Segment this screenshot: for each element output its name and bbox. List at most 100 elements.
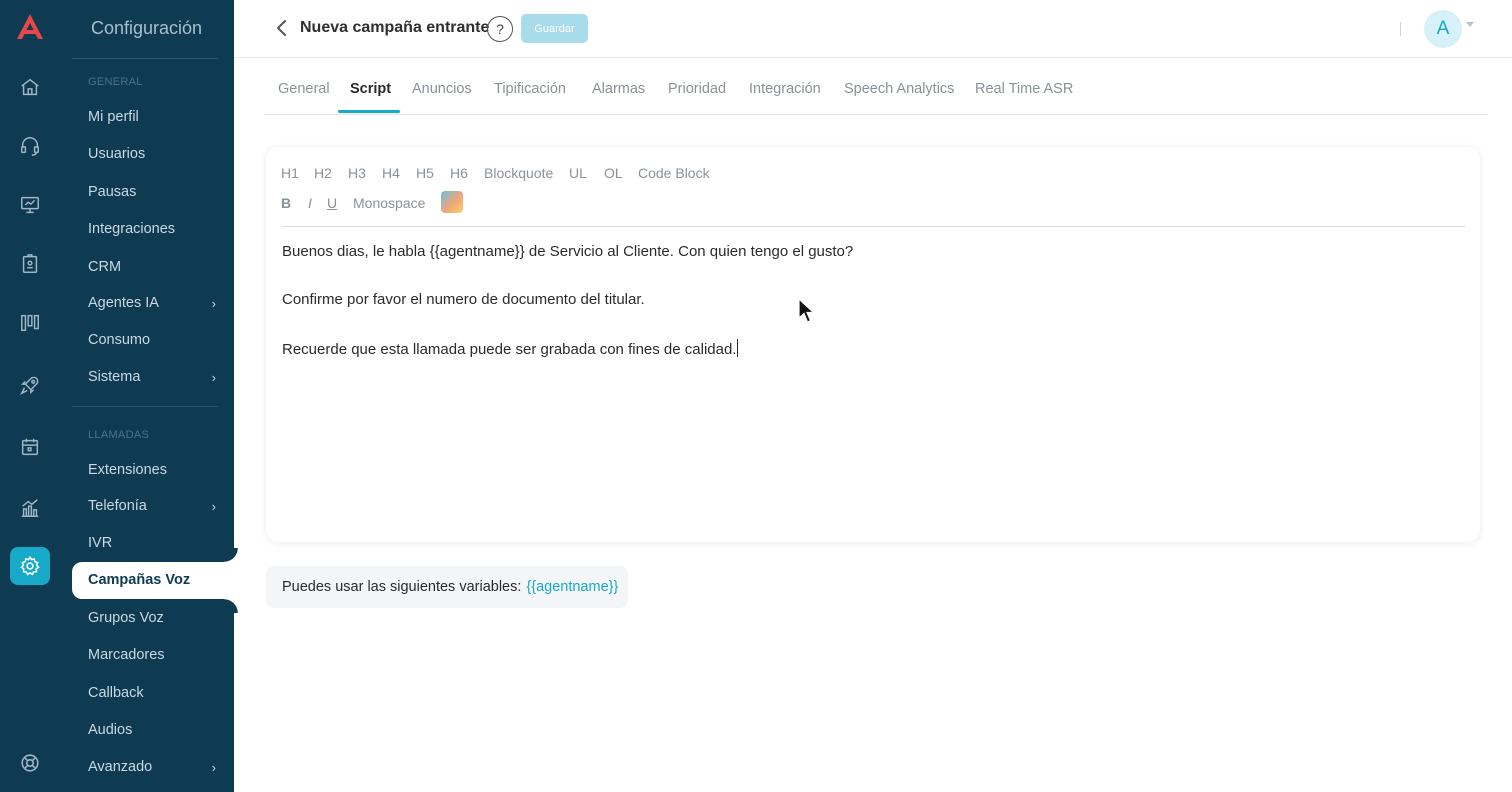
- sidebar-item-campanas-voz[interactable]: Campañas Voz: [72, 548, 238, 613]
- toolbar-ol-button[interactable]: OL: [604, 165, 623, 181]
- sidebar-item-avanzado[interactable]: Avanzado ›: [88, 756, 218, 778]
- color-picker-button[interactable]: [441, 191, 463, 213]
- headset-icon[interactable]: [15, 131, 45, 161]
- toolbar-blockquote-button[interactable]: Blockquote: [484, 165, 553, 181]
- tab-integracion[interactable]: Integración: [749, 81, 821, 97]
- tab-prioridad[interactable]: Prioridad: [668, 81, 726, 97]
- toolbar-divider: [282, 226, 1465, 227]
- active-tab-indicator: [338, 110, 400, 113]
- sidebar-item-label: Usuarios: [88, 146, 146, 162]
- toolbar-h5-button[interactable]: H5: [416, 165, 434, 181]
- tab-script[interactable]: Script: [350, 81, 391, 97]
- toolbar-h4-button[interactable]: H4: [382, 165, 400, 181]
- toolbar-h6-button[interactable]: H6: [450, 165, 468, 181]
- toolbar-h1-button[interactable]: H1: [281, 165, 299, 181]
- chevron-right-icon: ›: [211, 295, 216, 311]
- kanban-icon[interactable]: [15, 308, 45, 338]
- gear-icon[interactable]: [10, 547, 50, 585]
- sidebar-item-label: Pausas: [88, 184, 137, 200]
- settings-sidebar: Configuración GENERAL Mi perfil Usuarios…: [60, 0, 238, 792]
- sidebar-title: Configuración: [91, 18, 203, 38]
- icon-rail: [0, 0, 60, 792]
- sidebar-item-label: Callback: [88, 685, 144, 701]
- rocket-icon[interactable]: [15, 370, 45, 400]
- sidebar-item-audios[interactable]: Audios: [88, 719, 218, 741]
- sidebar-item-label: Marcadores: [88, 647, 165, 663]
- sidebar-item-crm[interactable]: CRM: [88, 256, 218, 278]
- sidebar-item-label: Integraciones: [88, 221, 176, 237]
- tab-anuncios[interactable]: Anuncios: [412, 81, 472, 97]
- toolbar-bold-button[interactable]: B: [281, 195, 291, 211]
- sidebar-item-label: Sistema: [88, 369, 141, 385]
- sidebar-item-consumo[interactable]: Consumo: [88, 329, 218, 351]
- back-arrow-icon[interactable]: [274, 18, 290, 38]
- tab-tipificacion[interactable]: Tipificación: [494, 81, 566, 97]
- tab-alarmas[interactable]: Alarmas: [592, 81, 645, 97]
- toolbar-italic-button[interactable]: I: [308, 195, 312, 211]
- tab-general[interactable]: General: [278, 81, 330, 97]
- sidebar-item-label: Extensiones: [88, 462, 167, 478]
- sidebar-item-label: Mi perfil: [88, 109, 139, 125]
- header-divider: [1400, 22, 1401, 36]
- sidebar-item-integraciones[interactable]: Integraciones: [88, 218, 218, 240]
- sidebar-item-mi-perfil[interactable]: Mi perfil: [88, 106, 218, 128]
- sidebar-item-pausas[interactable]: Pausas: [88, 181, 218, 203]
- toolbar-monospace-button[interactable]: Monospace: [353, 195, 425, 211]
- tab-real-time-asr[interactable]: Real Time ASR: [975, 81, 1073, 97]
- sidebar-item-extensiones[interactable]: Extensiones: [88, 459, 218, 481]
- sidebar-item-label: CRM: [88, 259, 122, 275]
- script-line: Recuerde que esta llamada puede ser grab…: [282, 339, 739, 358]
- sidebar-item-label: Audios: [88, 722, 133, 738]
- sidebar-item-agentes-ia[interactable]: Agentes IA ›: [88, 292, 218, 314]
- toolbar-h3-button[interactable]: H3: [348, 165, 366, 181]
- sidebar-item-telefonia[interactable]: Telefonía ›: [88, 495, 218, 517]
- script-editor: H1 H2 H3 H4 H5 H6 Blockquote UL OL Code …: [266, 147, 1480, 542]
- mouse-pointer-icon: [798, 298, 816, 323]
- toolbar-ul-button[interactable]: UL: [569, 165, 587, 181]
- script-text-area[interactable]: Buenos dias, le habla {{agentname}} de S…: [282, 243, 1462, 523]
- sidebar-item-callback[interactable]: Callback: [88, 682, 218, 704]
- variables-label: Puedes usar las siguientes variables:: [282, 579, 522, 595]
- save-button[interactable]: Guardar: [521, 14, 588, 43]
- sidebar-item-usuarios[interactable]: Usuarios: [88, 143, 218, 165]
- campaign-tabs: General Script Anuncios Tipificación Ala…: [265, 70, 1487, 115]
- sidebar-item-label: Avanzado: [88, 759, 153, 775]
- sidebar-divider: [72, 406, 218, 407]
- section-general: GENERAL: [88, 76, 143, 88]
- toolbar-h2-button[interactable]: H2: [314, 165, 332, 181]
- sidebar-item-label: Consumo: [88, 332, 151, 348]
- sidebar-item-sistema[interactable]: Sistema ›: [88, 366, 218, 388]
- toolbar-code-block-button[interactable]: Code Block: [638, 165, 710, 181]
- chevron-right-icon: ›: [211, 369, 216, 385]
- script-line: Confirme por favor el numero de document…: [282, 291, 645, 308]
- sidebar-item-label: Telefonía: [88, 498, 147, 514]
- sidebar-item-label: Grupos Voz: [88, 610, 164, 626]
- monitor-icon[interactable]: [15, 190, 45, 220]
- calendar-icon[interactable]: [15, 432, 45, 462]
- sidebar-item-ivr[interactable]: IVR: [88, 532, 218, 554]
- sidebar-item-marcadores[interactable]: Marcadores: [88, 644, 218, 666]
- toolbar-underline-button[interactable]: U: [327, 195, 337, 211]
- home-icon[interactable]: [15, 72, 45, 102]
- chevron-down-icon[interactable]: [1466, 22, 1474, 27]
- section-llamadas: LLAMADAS: [88, 429, 150, 441]
- chevron-right-icon: ›: [211, 498, 216, 514]
- tab-speech-analytics[interactable]: Speech Analytics: [844, 81, 954, 97]
- app-logo[interactable]: [14, 12, 46, 42]
- variable-token[interactable]: {{agentname}}: [526, 579, 618, 595]
- page-title: Nueva campaña entrante: [300, 19, 490, 36]
- script-line: Buenos dias, le habla {{agentname}} de S…: [282, 243, 854, 260]
- sidebar-item-grupos-voz[interactable]: Grupos Voz: [88, 607, 218, 629]
- avatar[interactable]: A: [1424, 10, 1462, 48]
- page-header: Nueva campaña entrante ? Guardar A: [234, 0, 1512, 58]
- sidebar-item-label: Campañas Voz: [88, 572, 191, 588]
- support-icon[interactable]: [15, 748, 45, 778]
- badge-icon[interactable]: [15, 249, 45, 279]
- text-cursor: [737, 339, 739, 357]
- sidebar-divider: [72, 58, 218, 59]
- sidebar-item-label: IVR: [88, 535, 113, 551]
- chevron-right-icon: ›: [211, 759, 216, 775]
- chart-icon[interactable]: [15, 493, 45, 523]
- sidebar-item-label: Agentes IA: [88, 295, 159, 311]
- help-button[interactable]: ?: [487, 16, 513, 42]
